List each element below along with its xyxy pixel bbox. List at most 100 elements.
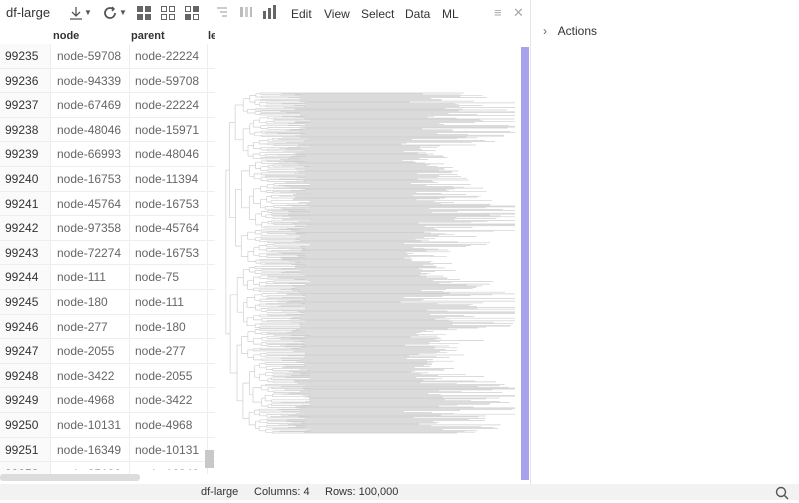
menu-view[interactable]: View xyxy=(324,7,350,21)
row-index-cell[interactable]: 99246 xyxy=(5,320,38,334)
node-cell[interactable]: node-45764 xyxy=(57,197,121,211)
table-row[interactable]: 99240 node-16753 node-11394 xyxy=(0,167,215,192)
column-header-node[interactable]: node xyxy=(53,30,79,42)
menu-ml[interactable]: ML xyxy=(442,7,459,21)
chevron-right-icon[interactable]: › xyxy=(543,24,555,38)
node-cell[interactable]: node-72274 xyxy=(57,246,121,260)
viewer-resize-handle[interactable] xyxy=(521,47,529,480)
sort-icon[interactable] xyxy=(214,5,230,21)
pane-divider[interactable] xyxy=(530,0,531,484)
table-row[interactable]: 99239 node-66993 node-48046 xyxy=(0,142,215,167)
parent-cell[interactable]: node-16349 xyxy=(135,467,199,470)
download-icon[interactable] xyxy=(66,5,86,21)
row-index-cell[interactable]: 99248 xyxy=(5,369,38,383)
actions-label[interactable]: Actions xyxy=(558,24,597,38)
parent-cell[interactable]: node-22224 xyxy=(135,98,199,112)
close-icon[interactable]: ✕ xyxy=(513,5,524,21)
horizontal-scrollbar[interactable] xyxy=(0,474,140,481)
table-row[interactable]: 99245 node-180 node-111 xyxy=(0,290,215,315)
parent-cell[interactable]: node-277 xyxy=(135,344,186,358)
table-row[interactable]: 99247 node-2055 node-277 xyxy=(0,339,215,364)
parent-cell[interactable]: node-3422 xyxy=(135,393,192,407)
layout-view-icon[interactable] xyxy=(185,6,199,20)
table-row[interactable]: 99235 node-59708 node-22224 xyxy=(0,44,215,69)
node-cell[interactable]: node-59708 xyxy=(57,49,121,63)
column-header-parent[interactable]: parent xyxy=(131,30,165,42)
column-header-level[interactable]: le xyxy=(208,30,215,42)
node-cell[interactable]: node-3422 xyxy=(57,369,114,383)
parent-cell[interactable]: node-48046 xyxy=(135,147,199,161)
row-index-cell[interactable]: 99240 xyxy=(5,172,38,186)
row-index-cell[interactable]: 99250 xyxy=(5,418,38,432)
row-index-cell[interactable]: 99247 xyxy=(5,344,38,358)
table-row[interactable]: 99242 node-97358 node-45764 xyxy=(0,216,215,241)
table-row[interactable]: 99246 node-277 node-180 xyxy=(0,315,215,340)
table-row[interactable]: 99243 node-72274 node-16753 xyxy=(0,241,215,266)
table-row[interactable]: 99241 node-45764 node-16753 xyxy=(0,192,215,217)
row-index-cell[interactable]: 99235 xyxy=(5,49,38,63)
dendrogram-viewer[interactable] xyxy=(215,45,520,475)
table-row[interactable]: 99249 node-4968 node-3422 xyxy=(0,388,215,413)
vertical-scrollbar-thumb[interactable] xyxy=(205,450,214,468)
row-index-cell[interactable]: 99251 xyxy=(5,443,38,457)
parent-cell[interactable]: node-16753 xyxy=(135,197,199,211)
actions-section[interactable]: › Actions xyxy=(543,24,597,38)
parent-cell[interactable]: node-16753 xyxy=(135,246,199,260)
row-index-cell[interactable]: 99243 xyxy=(5,246,38,260)
node-cell[interactable]: node-67469 xyxy=(57,98,121,112)
table-row[interactable]: 99252 node-35192 node-16349 xyxy=(0,462,215,470)
parent-cell[interactable]: node-45764 xyxy=(135,221,199,235)
row-index-cell[interactable]: 99249 xyxy=(5,393,38,407)
node-cell[interactable]: node-16349 xyxy=(57,443,121,457)
table-row[interactable]: 99236 node-94339 node-59708 xyxy=(0,69,215,94)
grid-view-icon[interactable] xyxy=(137,6,151,20)
columns-icon[interactable] xyxy=(238,5,254,21)
table-row[interactable]: 99237 node-67469 node-22224 xyxy=(0,93,215,118)
menu-edit[interactable]: Edit xyxy=(291,7,312,21)
node-cell[interactable]: node-4968 xyxy=(57,393,114,407)
parent-cell[interactable]: node-15971 xyxy=(135,123,199,137)
parent-cell[interactable]: node-59708 xyxy=(135,74,199,88)
search-icon[interactable] xyxy=(775,486,789,503)
table-row[interactable]: 99238 node-48046 node-15971 xyxy=(0,118,215,143)
parent-cell[interactable]: node-2055 xyxy=(135,369,192,383)
row-index-cell[interactable]: 99245 xyxy=(5,295,38,309)
row-index-cell[interactable]: 99238 xyxy=(5,123,38,137)
node-cell[interactable]: node-48046 xyxy=(57,123,121,137)
parent-cell[interactable]: node-4968 xyxy=(135,418,192,432)
table-row[interactable]: 99244 node-111 node-75 xyxy=(0,265,215,290)
parent-cell[interactable]: node-11394 xyxy=(135,172,198,186)
row-index-cell[interactable]: 99252 xyxy=(5,467,38,470)
chevron-down-icon[interactable]: ▼ xyxy=(84,5,92,21)
status-table-name[interactable]: df-large xyxy=(201,486,238,498)
row-index-cell[interactable]: 99239 xyxy=(5,147,38,161)
tile-view-icon[interactable] xyxy=(161,6,175,20)
node-cell[interactable]: node-277 xyxy=(57,320,108,334)
bar-chart-icon[interactable] xyxy=(262,5,278,21)
menu-data[interactable]: Data xyxy=(405,7,430,21)
data-grid[interactable]: node parent le 99235 node-59708 node-22224… xyxy=(0,28,215,470)
hamburger-icon[interactable]: ≡ xyxy=(494,5,502,20)
node-cell[interactable]: node-180 xyxy=(57,295,108,309)
row-index-cell[interactable]: 99242 xyxy=(5,221,38,235)
node-cell[interactable]: node-94339 xyxy=(57,74,121,88)
chevron-down-icon[interactable]: ▼ xyxy=(119,5,127,21)
node-cell[interactable]: node-66993 xyxy=(57,147,121,161)
row-index-cell[interactable]: 99241 xyxy=(5,197,38,211)
parent-cell[interactable]: node-22224 xyxy=(135,49,199,63)
node-cell[interactable]: node-111 xyxy=(57,270,106,284)
node-cell[interactable]: node-97358 xyxy=(57,221,121,235)
table-row[interactable]: 99251 node-16349 node-10131 xyxy=(0,438,215,463)
node-cell[interactable]: node-2055 xyxy=(57,344,114,358)
row-index-cell[interactable]: 99236 xyxy=(5,74,38,88)
refresh-icon[interactable] xyxy=(101,5,119,21)
parent-cell[interactable]: node-180 xyxy=(135,320,186,334)
row-index-cell[interactable]: 99244 xyxy=(5,270,38,284)
node-cell[interactable]: node-35192 xyxy=(57,467,121,470)
table-row[interactable]: 99250 node-10131 node-4968 xyxy=(0,413,215,438)
parent-cell[interactable]: node-75 xyxy=(135,270,179,284)
table-row[interactable]: 99248 node-3422 node-2055 xyxy=(0,364,215,389)
node-cell[interactable]: node-16753 xyxy=(57,172,121,186)
row-index-cell[interactable]: 99237 xyxy=(5,98,38,112)
menu-select[interactable]: Select xyxy=(361,7,394,21)
